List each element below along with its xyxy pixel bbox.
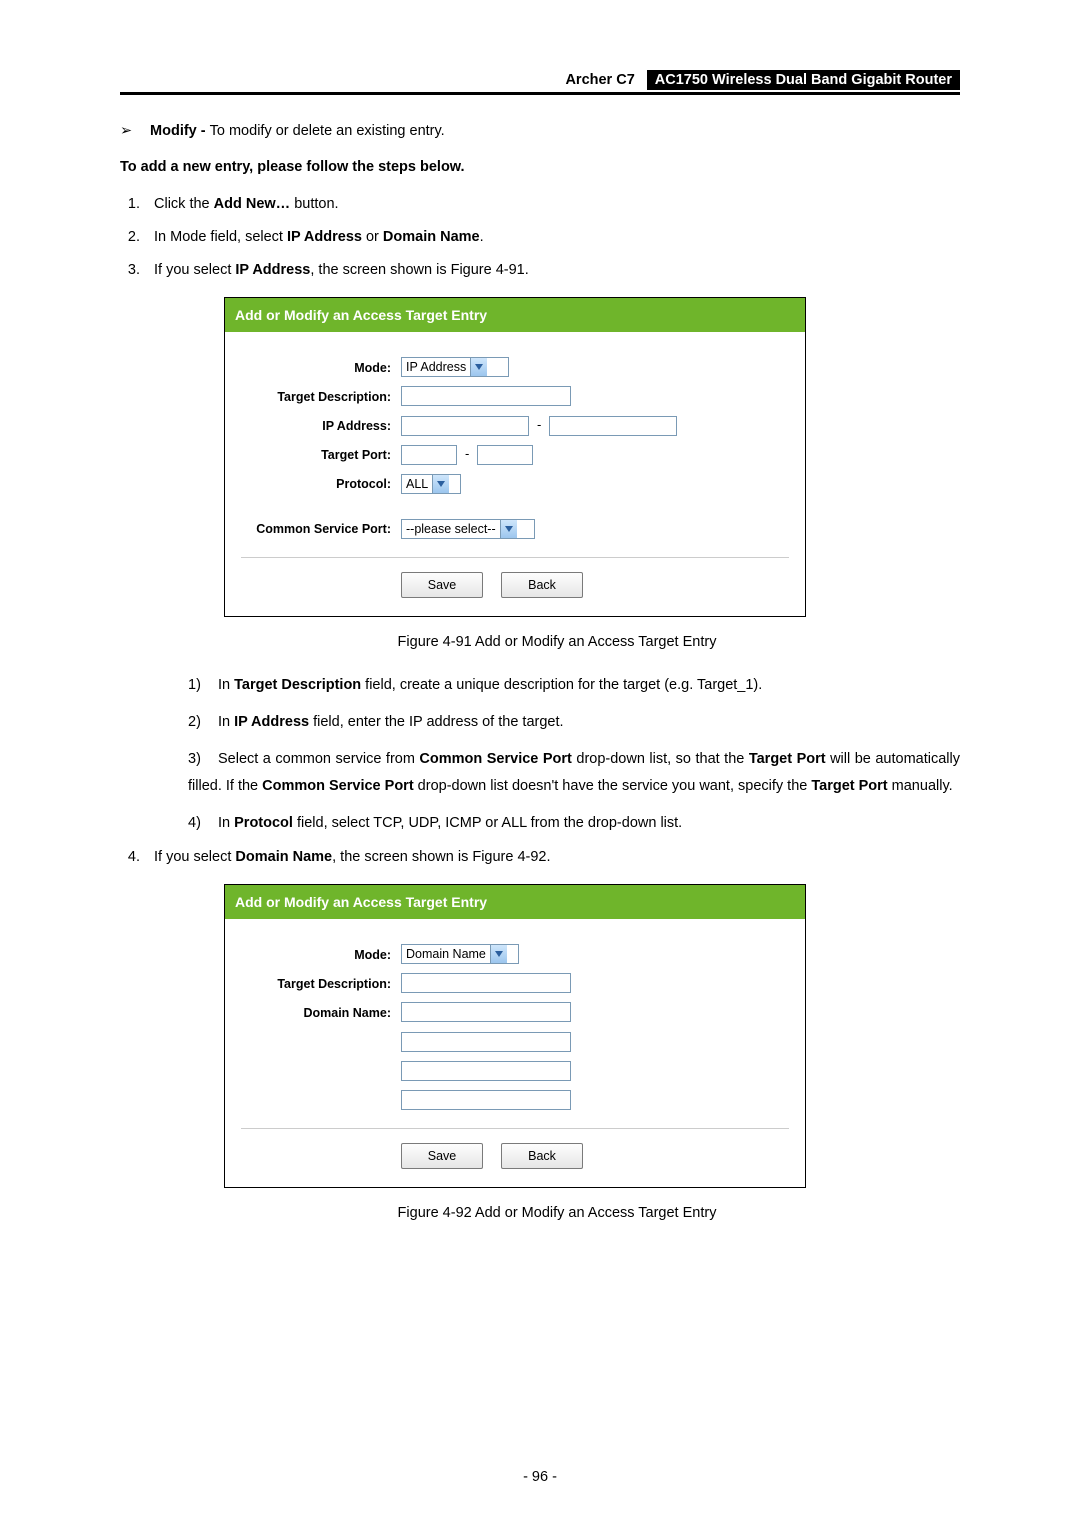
substep-3: 3)Select a common service from Common Se…	[188, 746, 960, 800]
target-port-to-input[interactable]	[477, 445, 533, 465]
figure92-titlebar: Add or Modify an Access Target Entry	[225, 885, 805, 919]
chevron-down-icon	[432, 475, 449, 493]
steps-list: Click the Add New… button. In Mode field…	[120, 193, 960, 1225]
substep-2: 2)In IP Address field, enter the IP addr…	[188, 709, 960, 736]
label-common-service-port: Common Service Port:	[241, 519, 401, 539]
mode-select[interactable]: Domain Name	[401, 944, 519, 964]
target-description-input[interactable]	[401, 386, 571, 406]
ip-address-from-input[interactable]	[401, 416, 529, 436]
header-title: AC1750 Wireless Dual Band Gigabit Router	[647, 70, 960, 90]
domain-name-input-3[interactable]	[401, 1061, 571, 1081]
back-button[interactable]: Back	[501, 572, 583, 598]
step-2: In Mode field, select IP Address or Doma…	[144, 226, 960, 249]
mode-select[interactable]: IP Address	[401, 357, 509, 377]
step-1: Click the Add New… button.	[144, 193, 960, 216]
chevron-down-icon	[500, 520, 517, 538]
target-port-from-input[interactable]	[401, 445, 457, 465]
substeps-list: 1)In Target Description field, create a …	[188, 672, 960, 836]
domain-name-input-4[interactable]	[401, 1090, 571, 1110]
header-model: Archer C7	[565, 72, 642, 88]
page-number: - 96 -	[0, 1469, 1080, 1485]
range-dash: -	[533, 415, 545, 436]
range-dash: -	[461, 444, 473, 465]
figure-4-92: Add or Modify an Access Target Entry Mod…	[224, 884, 960, 1189]
page-header: Archer C7 AC1750 Wireless Dual Band Giga…	[120, 70, 960, 95]
step-3: If you select IP Address, the screen sho…	[144, 259, 960, 836]
substep-4: 4)In Protocol field, select TCP, UDP, IC…	[188, 810, 960, 837]
figure92-caption: Figure 4-92 Add or Modify an Access Targ…	[154, 1202, 960, 1225]
domain-name-input-2[interactable]	[401, 1032, 571, 1052]
protocol-select[interactable]: ALL	[401, 474, 461, 494]
figure91-titlebar: Add or Modify an Access Target Entry	[225, 298, 805, 332]
label-target-port: Target Port:	[241, 445, 401, 465]
common-service-port-select[interactable]: --please select--	[401, 519, 535, 539]
label-mode: Mode:	[241, 945, 401, 965]
step-4: If you select Domain Name, the screen sh…	[144, 846, 960, 1225]
figure-4-91: Add or Modify an Access Target Entry Mod…	[224, 297, 960, 618]
label-domain-name: Domain Name:	[241, 1003, 401, 1023]
save-button[interactable]: Save	[401, 572, 483, 598]
save-button[interactable]: Save	[401, 1143, 483, 1169]
target-description-input[interactable]	[401, 973, 571, 993]
label-ip-address: IP Address:	[241, 416, 401, 436]
modify-text: To modify or delete an existing entry.	[210, 123, 445, 139]
ip-address-to-input[interactable]	[549, 416, 677, 436]
substep-1: 1)In Target Description field, create a …	[188, 672, 960, 699]
label-target-description: Target Description:	[241, 387, 401, 407]
label-mode: Mode:	[241, 358, 401, 378]
label-protocol: Protocol:	[241, 474, 401, 494]
modify-bullet: ➢ Modify - To modify or delete an existi…	[120, 123, 960, 139]
arrow-icon: ➢	[120, 123, 146, 139]
modify-label: Modify -	[150, 123, 210, 139]
figure91-caption: Figure 4-91 Add or Modify an Access Targ…	[154, 631, 960, 654]
steps-heading: To add a new entry, please follow the st…	[120, 159, 960, 175]
chevron-down-icon	[470, 358, 487, 376]
domain-name-input-1[interactable]	[401, 1002, 571, 1022]
label-target-description: Target Description:	[241, 974, 401, 994]
chevron-down-icon	[490, 945, 507, 963]
back-button[interactable]: Back	[501, 1143, 583, 1169]
